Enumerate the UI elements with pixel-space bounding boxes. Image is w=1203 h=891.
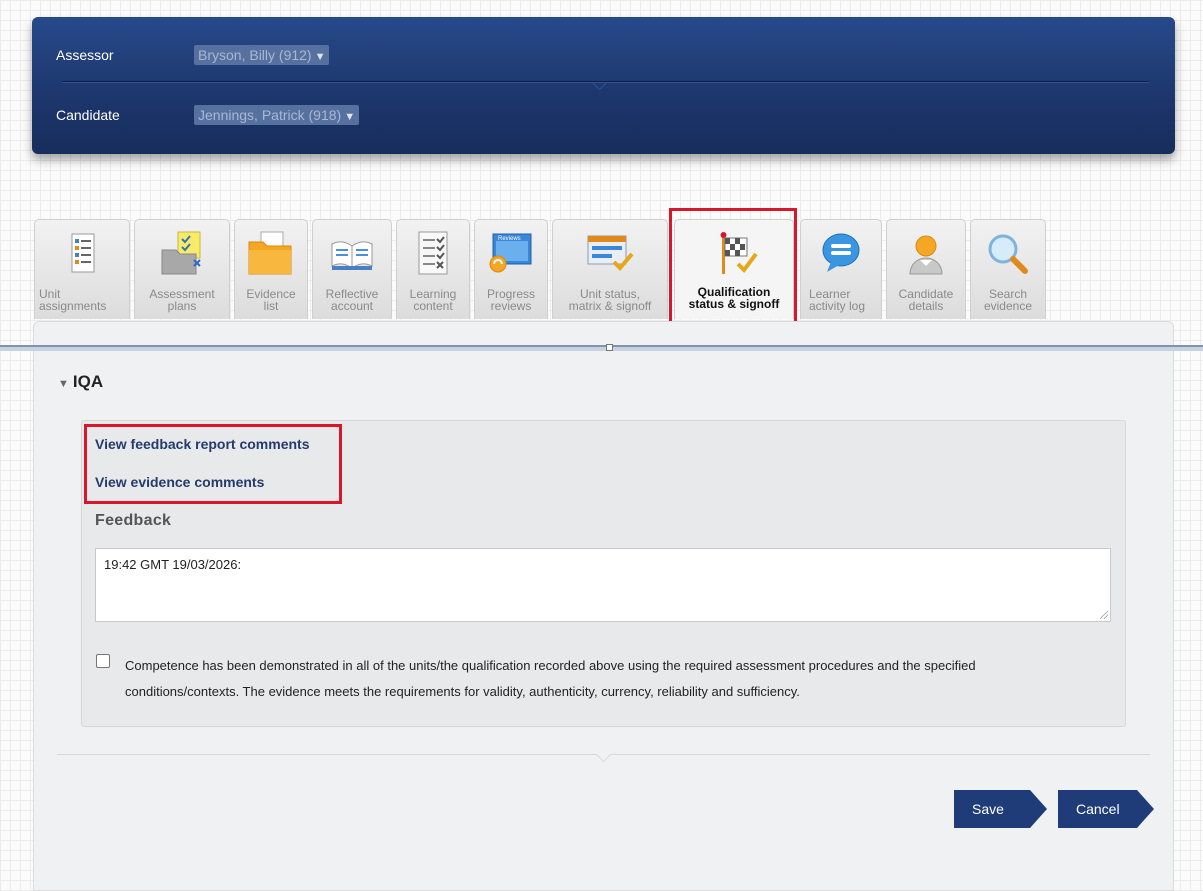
assessor-select-value: Bryson, Billy (912): [198, 47, 312, 63]
tab-label: Learner activity log: [809, 287, 866, 313]
resize-handle[interactable]: [606, 344, 613, 351]
save-button[interactable]: Save: [954, 790, 1047, 828]
feedback-label: Feedback: [95, 512, 172, 529]
tab-label: Unit assignments: [39, 287, 107, 313]
tab-reflective-account[interactable]: Reflective account: [312, 219, 392, 319]
tab-learner-activity-log[interactable]: Learner activity log: [800, 219, 882, 319]
document-list-icon: [71, 233, 95, 273]
tab-label: Progress reviews: [486, 287, 536, 313]
tab-search-evidence[interactable]: Search evidence: [970, 219, 1046, 319]
collapse-triangle-icon: ▼: [58, 378, 69, 390]
tab-unit-assignments[interactable]: Unit assignments: [34, 219, 130, 319]
feedback-textarea[interactable]: 19:42 GMT 19/03/2026:: [95, 548, 1111, 622]
window-check-icon: [587, 235, 634, 271]
assessor-label: Assessor: [56, 47, 114, 63]
candidate-select[interactable]: Jennings, Patrick (918) ▼: [194, 105, 360, 125]
feedback-text: 19:42 GMT 19/03/2026:: [104, 557, 242, 572]
speech-bubble-icon: [822, 233, 860, 272]
svg-text:Reviews: Reviews: [498, 236, 521, 242]
tab-label: Reflective account: [325, 287, 379, 313]
person-icon: [909, 235, 943, 275]
tab-assessment-plans[interactable]: Assessment plans: [134, 219, 230, 319]
scroll-band: [0, 345, 1203, 351]
tab-label: Assessment plans: [149, 287, 215, 313]
candidate-label: Candidate: [56, 107, 120, 123]
competence-statement: Competence has been demonstrated in all …: [125, 658, 976, 699]
section-title: IQA: [72, 372, 104, 391]
candidate-select-value: Jennings, Patrick (918): [198, 107, 342, 123]
tab-progress-reviews[interactable]: Reviews Progress reviews: [474, 219, 548, 319]
tab-candidate-details[interactable]: Candidate details: [886, 219, 966, 319]
chevron-down-icon: ▼: [344, 111, 356, 123]
header-panel: Assessor Bryson, Billy (912) ▼ Candidate …: [32, 17, 1175, 154]
tab-learning-content[interactable]: Learning content: [396, 219, 470, 319]
tab-evidence-list[interactable]: Evidence list: [234, 219, 308, 319]
tab-label: Learning content: [409, 287, 457, 313]
cancel-button[interactable]: Cancel: [1058, 790, 1154, 828]
magnifier-icon: [988, 234, 1028, 274]
tab-unit-status[interactable]: Unit status, matrix & signoff: [552, 219, 668, 319]
assessor-select[interactable]: Bryson, Billy (912) ▼: [194, 45, 330, 65]
tab-label: Candidate details: [898, 287, 954, 313]
open-book-icon: [331, 241, 373, 270]
folder-checklist-icon: [161, 231, 201, 275]
reviews-icon: Reviews: [489, 233, 532, 273]
chevron-down-icon: ▼: [314, 51, 326, 63]
competence-checkbox[interactable]: [96, 654, 110, 668]
highlight-box-tab: [669, 208, 797, 333]
tab-label: Unit status, matrix & signoff: [568, 287, 652, 313]
header-divider-notch: [591, 74, 608, 91]
tab-label: Search evidence: [983, 287, 1033, 313]
resize-grip-icon[interactable]: [1100, 611, 1108, 619]
highlight-box-links: [84, 424, 342, 504]
section-header[interactable]: ▼ IQA: [58, 372, 103, 392]
tab-label: Evidence list: [246, 287, 296, 313]
folder-icon: [248, 231, 292, 275]
checklist-icon: [418, 231, 448, 275]
